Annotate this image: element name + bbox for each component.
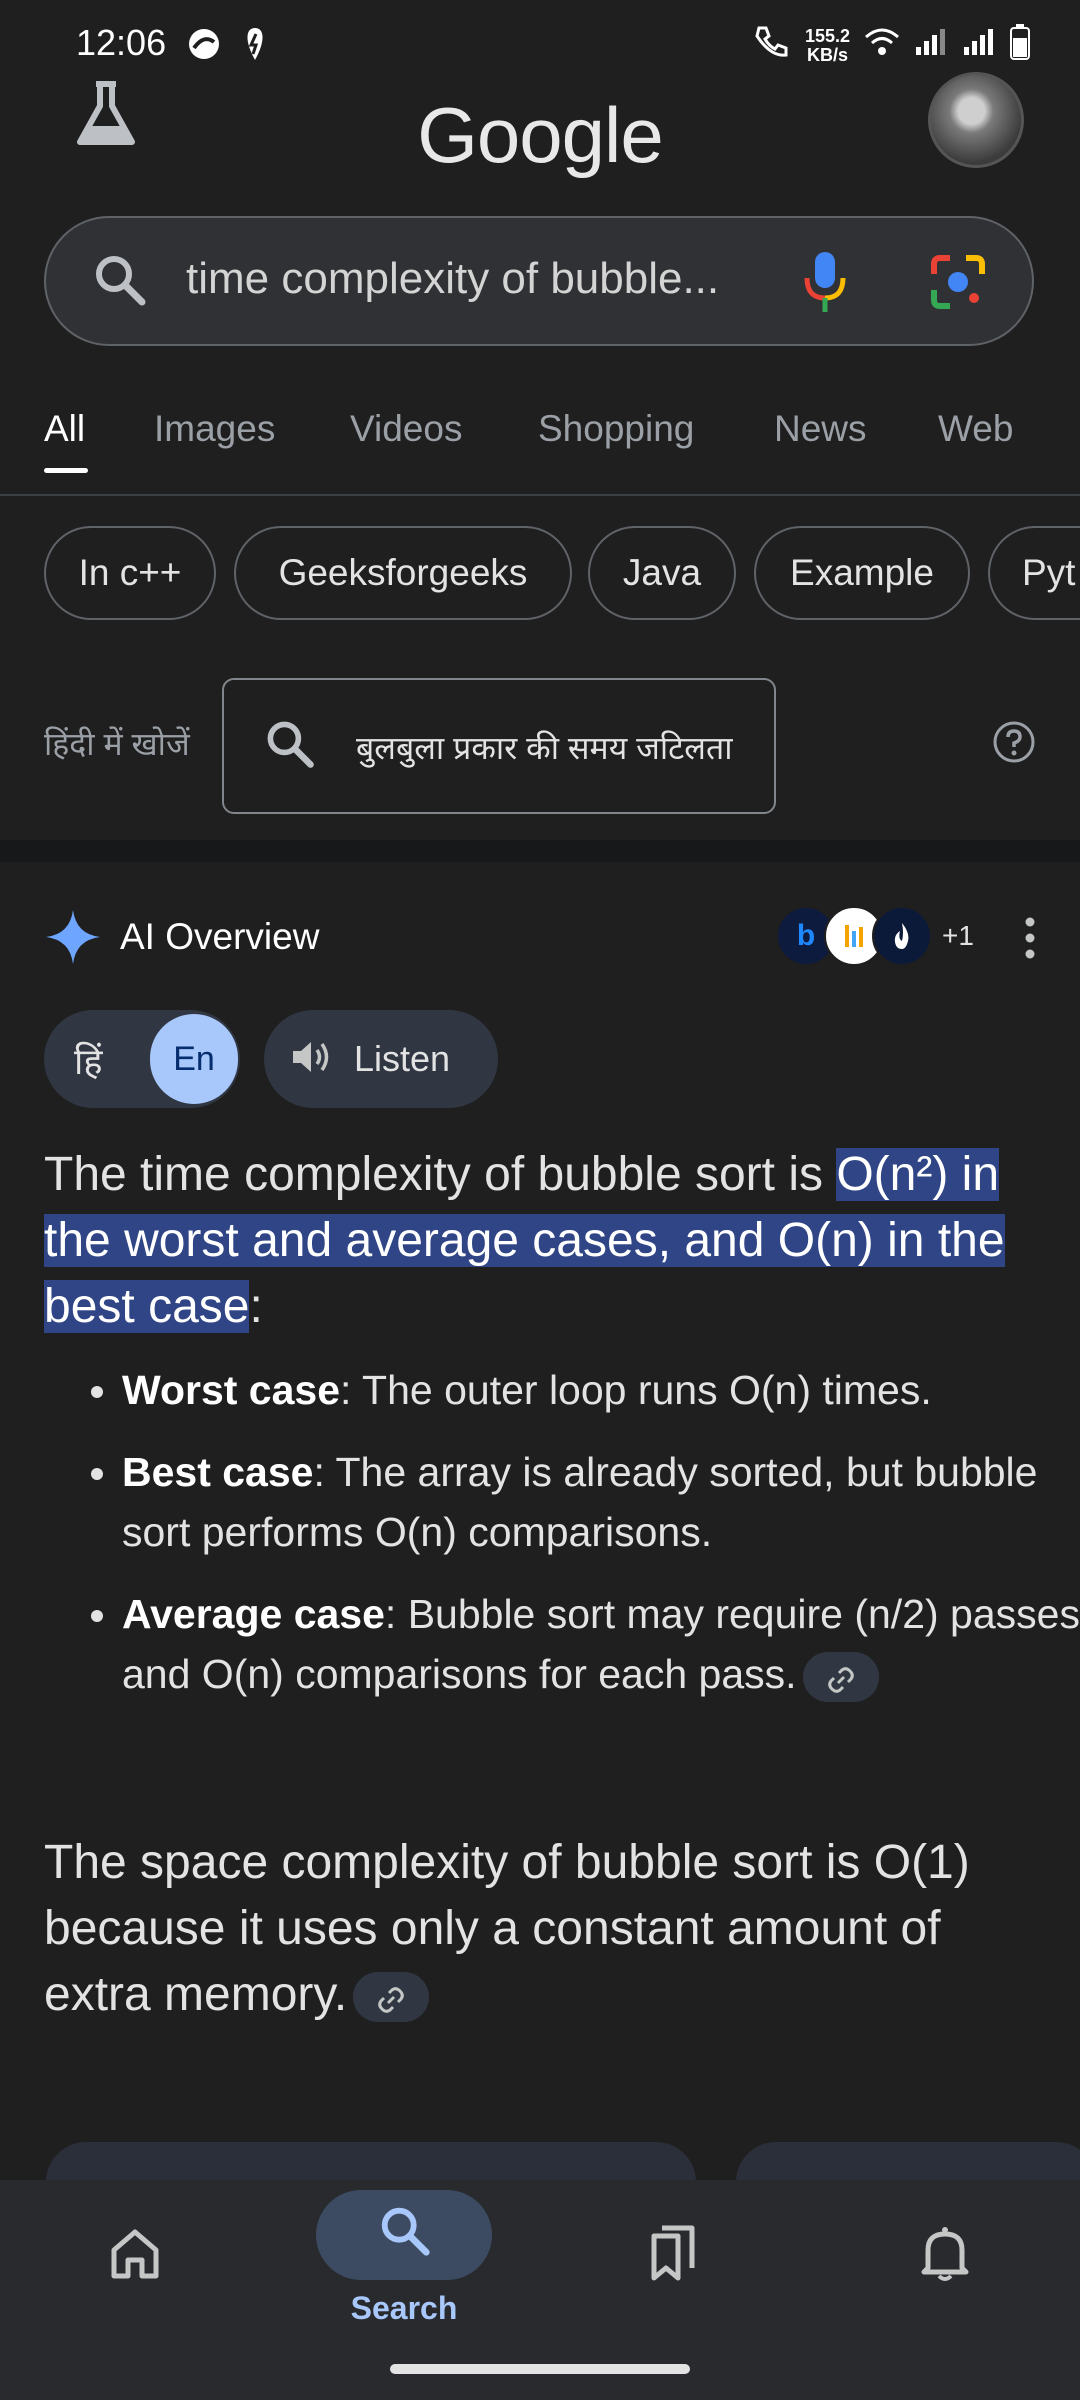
ai-sparkle-icon [44, 908, 102, 966]
tab-images[interactable]: Images [154, 408, 275, 450]
lang-hindi-option[interactable]: हिं [74, 1036, 102, 1085]
tab-news[interactable]: News [774, 408, 867, 450]
ai-overview-intro: The time complexity of bubble sort is O(… [44, 1142, 1044, 1340]
bullet-term: Worst case [122, 1367, 341, 1413]
tab-shopping[interactable]: Shopping [538, 408, 694, 450]
speaker-icon [290, 1037, 332, 1082]
search-tabs: All Images Videos Shopping News Web [0, 408, 1080, 498]
bullet-term: Best case [122, 1449, 314, 1495]
gesture-home-bar[interactable] [390, 2364, 690, 2374]
source-flame-icon [872, 906, 932, 966]
space-complexity-paragraph: The space complexity of bubble sort is O… [44, 1830, 1044, 2028]
chip-example[interactable]: Example [754, 526, 970, 620]
active-tab-indicator [44, 468, 88, 473]
more-vert-icon[interactable] [1024, 916, 1036, 960]
link-icon [378, 1986, 404, 2013]
app-notification-icon [240, 26, 270, 67]
case-list: Worst case: The outer loop runs O(n) tim… [70, 1360, 1080, 1726]
call-icon [753, 24, 791, 67]
net-speed: 155.2 KB/s [804, 25, 850, 65]
nav-search-label[interactable]: Search [316, 2290, 492, 2327]
net-speed-value: 155.2 [804, 25, 850, 46]
saved-bookmarks-icon[interactable] [646, 2224, 702, 2287]
home-icon[interactable] [108, 2226, 162, 2285]
lens-icon[interactable] [928, 252, 988, 312]
tab-web[interactable]: Web [938, 408, 1013, 450]
hindi-search-query: बुलबुला प्रकार की समय जटिलता [356, 730, 733, 766]
google-logo: Google [417, 91, 664, 179]
hindi-search-label: हिंदी में खोजें [44, 726, 190, 762]
battery-icon [1010, 24, 1030, 67]
status-icons: 155.2 KB/s [753, 24, 1030, 67]
chip-geeksforgeeks[interactable]: Geeksforgeeks [234, 526, 572, 620]
wifi-icon [864, 27, 900, 64]
list-item: Average case: Bubble sort may require (n… [122, 1584, 1080, 1704]
help-icon[interactable] [992, 720, 1036, 764]
search-icon [90, 250, 150, 310]
source-favicons[interactable]: b +1 [776, 906, 974, 966]
notifications-icon[interactable] [918, 2224, 972, 2287]
bullet-term: Average case [122, 1591, 385, 1637]
list-item: Worst case: The outer loop runs O(n) tim… [122, 1360, 1080, 1420]
lang-english-option[interactable]: En [150, 1014, 238, 1104]
chip-in-cpp[interactable]: In c++ [44, 526, 216, 620]
source-link-button[interactable] [353, 1972, 430, 2023]
source-link-button[interactable] [802, 1652, 879, 1703]
search-icon [376, 2202, 434, 2265]
mic-icon[interactable] [800, 250, 850, 314]
signal-icon [914, 27, 948, 64]
intro-text: The time complexity of bubble sort is [44, 1148, 837, 1201]
list-item: Best case: The array is already sorted, … [122, 1442, 1080, 1562]
avatar[interactable] [928, 72, 1024, 168]
section-separator [0, 840, 1080, 862]
tabs-divider [0, 494, 1080, 496]
bullet-text: : The outer loop runs O(n) times. [340, 1367, 932, 1413]
search-input[interactable]: time complexity of bubble... [186, 254, 719, 304]
search-icon [262, 716, 318, 772]
more-sources-count: +1 [942, 920, 974, 951]
listen-button[interactable]: Listen [264, 1010, 498, 1108]
chip-python[interactable]: Pyt [988, 526, 1080, 620]
chip-java[interactable]: Java [588, 526, 736, 620]
tab-all[interactable]: All [44, 408, 85, 450]
intro-colon: : [249, 1280, 263, 1333]
status-time: 12:06 [76, 22, 167, 63]
tab-videos[interactable]: Videos [350, 408, 462, 450]
signal-icon-2 [962, 27, 996, 64]
link-icon [827, 1667, 854, 1694]
listen-label: Listen [354, 1038, 451, 1079]
browser-notification-icon [186, 26, 222, 67]
ai-overview-title: AI Overview [120, 916, 320, 957]
net-speed-unit: KB/s [806, 44, 848, 65]
space-text: The space complexity of bubble sort is O… [44, 1836, 970, 2021]
